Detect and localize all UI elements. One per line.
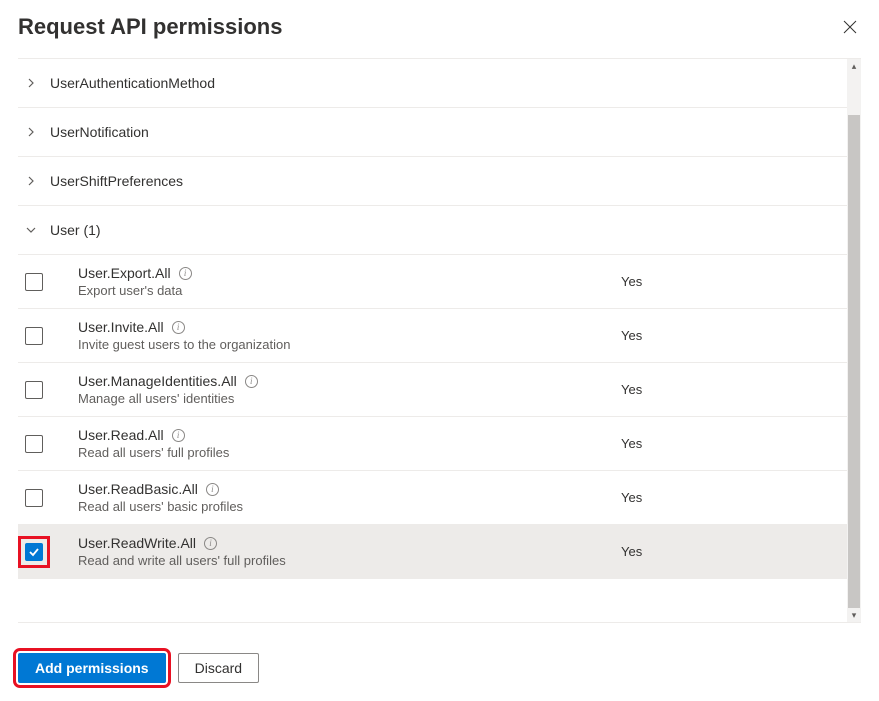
permission-row[interactable]: User.ReadWrite.All i Read and write all us… bbox=[18, 525, 847, 579]
scrollbar-down-icon[interactable]: ▾ bbox=[847, 608, 861, 622]
scrollbar-thumb[interactable] bbox=[848, 115, 860, 622]
permission-body: User.Invite.All i Invite guest users to th… bbox=[78, 319, 621, 352]
footer: Add permissions Discard bbox=[18, 622, 861, 701]
admin-consent-value: Yes bbox=[621, 328, 841, 343]
permission-body: User.ReadBasic.All i Read all users' basic… bbox=[78, 481, 621, 514]
permission-name: User.ReadWrite.All bbox=[78, 535, 196, 551]
permission-checkbox[interactable] bbox=[24, 542, 44, 562]
permission-description: Invite guest users to the organization bbox=[78, 337, 621, 352]
chevron-right-icon bbox=[24, 125, 38, 139]
permission-checkbox[interactable] bbox=[24, 272, 44, 292]
group-user[interactable]: User (1) bbox=[18, 206, 847, 255]
permission-row[interactable]: User.ManageIdentities.All i Manage all use… bbox=[18, 363, 847, 417]
chevron-right-icon bbox=[24, 174, 38, 188]
group-label: UserAuthenticationMethod bbox=[50, 75, 215, 91]
permission-description: Manage all users' identities bbox=[78, 391, 621, 406]
group-userauthenticationmethod[interactable]: UserAuthenticationMethod bbox=[18, 59, 847, 108]
permission-name: User.Invite.All bbox=[78, 319, 164, 335]
group-label: UserShiftPreferences bbox=[50, 173, 183, 189]
permission-description: Read all users' full profiles bbox=[78, 445, 621, 460]
close-icon[interactable] bbox=[839, 16, 861, 38]
info-icon[interactable]: i bbox=[172, 429, 185, 442]
permission-body: User.Export.All i Export user's data bbox=[78, 265, 621, 298]
permission-description: Export user's data bbox=[78, 283, 621, 298]
permission-row[interactable]: User.Read.All i Read all users' full profi… bbox=[18, 417, 847, 471]
admin-consent-value: Yes bbox=[621, 544, 841, 559]
permission-body: User.ManageIdentities.All i Manage all use… bbox=[78, 373, 621, 406]
add-permissions-button[interactable]: Add permissions bbox=[18, 653, 166, 683]
permission-row[interactable]: User.Export.All i Export user's dataYes bbox=[18, 255, 847, 309]
permission-body: User.ReadWrite.All i Read and write all us… bbox=[78, 535, 621, 568]
permission-description: Read all users' basic profiles bbox=[78, 499, 621, 514]
group-label: User (1) bbox=[50, 222, 101, 238]
permission-row[interactable]: User.Invite.All i Invite guest users to th… bbox=[18, 309, 847, 363]
permission-checkbox[interactable] bbox=[24, 488, 44, 508]
permission-checkbox[interactable] bbox=[24, 326, 44, 346]
group-label: UserNotification bbox=[50, 124, 149, 140]
chevron-right-icon bbox=[24, 76, 38, 90]
permission-name: User.ManageIdentities.All bbox=[78, 373, 237, 389]
discard-button[interactable]: Discard bbox=[178, 653, 259, 683]
permission-description: Read and write all users' full profiles bbox=[78, 553, 621, 568]
permission-name: User.Read.All bbox=[78, 427, 164, 443]
permission-name: User.ReadBasic.All bbox=[78, 481, 198, 497]
permission-row[interactable]: User.ReadBasic.All i Read all users' basic… bbox=[18, 471, 847, 525]
admin-consent-value: Yes bbox=[621, 490, 841, 505]
scrollbar-up-icon[interactable]: ▴ bbox=[847, 59, 861, 73]
panel-header: Request API permissions bbox=[18, 14, 861, 58]
permission-checkbox[interactable] bbox=[24, 434, 44, 454]
admin-consent-value: Yes bbox=[621, 382, 841, 397]
scrollbar[interactable]: ▴ ▾ bbox=[847, 59, 861, 622]
permission-body: User.Read.All i Read all users' full profi… bbox=[78, 427, 621, 460]
info-icon[interactable]: i bbox=[172, 321, 185, 334]
content-area: UserAuthenticationMethod UserNotificatio… bbox=[18, 58, 861, 622]
permission-checkbox[interactable] bbox=[24, 380, 44, 400]
permission-name: User.Export.All bbox=[78, 265, 171, 281]
admin-consent-value: Yes bbox=[621, 436, 841, 451]
chevron-down-icon bbox=[24, 223, 38, 237]
group-usershiftpreferences[interactable]: UserShiftPreferences bbox=[18, 157, 847, 206]
info-icon[interactable]: i bbox=[204, 537, 217, 550]
info-icon[interactable]: i bbox=[179, 267, 192, 280]
info-icon[interactable]: i bbox=[245, 375, 258, 388]
page-title: Request API permissions bbox=[18, 14, 282, 40]
info-icon[interactable]: i bbox=[206, 483, 219, 496]
group-usernotification[interactable]: UserNotification bbox=[18, 108, 847, 157]
admin-consent-value: Yes bbox=[621, 274, 841, 289]
